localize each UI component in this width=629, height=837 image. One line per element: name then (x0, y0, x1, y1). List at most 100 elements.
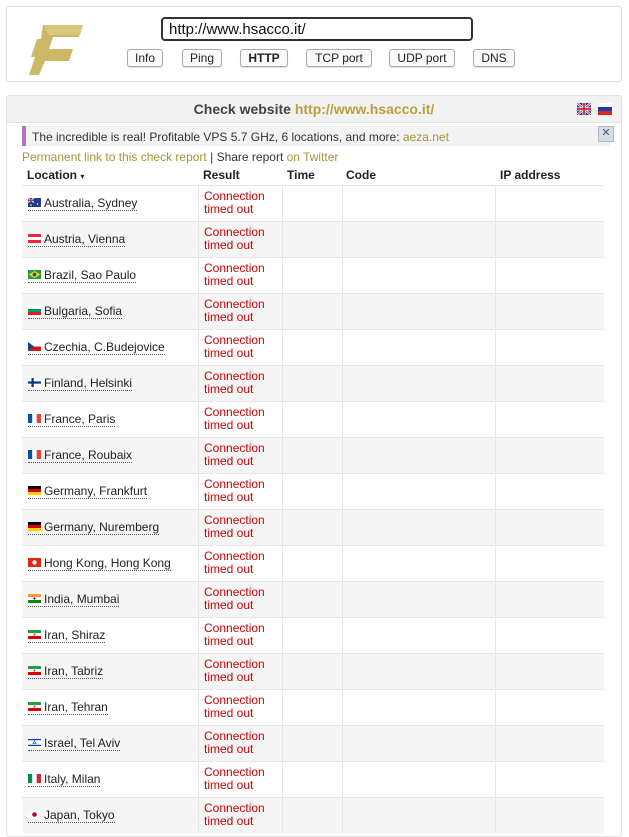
result-status: Connection timed out (204, 370, 265, 396)
location-link[interactable]: Bulgaria, Sofia (28, 305, 123, 319)
location-link[interactable]: Hong Kong, Hong Kong (28, 557, 171, 571)
title-url-link[interactable]: http://www.hsacco.it/ (295, 101, 435, 117)
result-status: Connection timed out (204, 334, 265, 360)
location-link[interactable]: France, Roubaix (28, 448, 133, 463)
column-separator (495, 474, 496, 509)
result-line-2: timed out (204, 814, 254, 828)
location-link[interactable]: Finland, Helsinki (28, 376, 133, 391)
column-separator (282, 510, 283, 545)
column-separator (282, 582, 283, 617)
column-separator (342, 402, 343, 437)
ad-link[interactable]: aeza.net (403, 130, 449, 144)
location-link[interactable]: Iran, Tehran (28, 701, 108, 715)
column-separator (342, 618, 343, 653)
table-row: India, Mumbai Connection timed out (22, 581, 604, 617)
column-separator (282, 690, 283, 725)
location-label: Germany, Frankfurt (44, 484, 148, 498)
column-separator (198, 222, 199, 257)
russian-flag-icon[interactable] (598, 103, 612, 115)
table-row: Australia, Sydney Connection timed out (22, 185, 604, 221)
location-link[interactable]: Australia, Sydney (28, 196, 138, 211)
column-separator (495, 618, 496, 653)
english-flag-icon[interactable] (577, 103, 591, 115)
column-separator (342, 474, 343, 509)
result-column-header: Result (203, 168, 240, 182)
ad-message: The incredible is real! Profitable VPS 5… (32, 130, 400, 144)
report-links: Permanent link to this check report | Sh… (22, 150, 338, 164)
info-button[interactable]: Info (127, 49, 163, 67)
url-input[interactable] (161, 17, 473, 41)
result-line-2: timed out (204, 382, 254, 396)
header-panel: Info Ping HTTP TCP port UDP port DNS (6, 6, 622, 82)
result-line-2: timed out (204, 346, 254, 360)
column-separator (198, 546, 199, 581)
location-link[interactable]: Iran, Shiraz (28, 628, 106, 643)
column-separator (495, 258, 496, 293)
http-button[interactable]: HTTP (240, 49, 288, 67)
report-header: Check website http://www.hsacco.it/ (7, 96, 621, 123)
ping-button[interactable]: Ping (182, 49, 222, 67)
location-label: France, Paris (44, 412, 116, 426)
column-separator (198, 294, 199, 329)
result-line-2: timed out (204, 670, 254, 684)
links-separator: | (210, 150, 214, 164)
result-line-2: timed out (204, 742, 254, 756)
column-separator (282, 762, 283, 797)
column-separator (282, 330, 283, 365)
table-row: Japan, Tokyo Connection timed out (22, 797, 604, 833)
column-separator (282, 294, 283, 329)
location-link[interactable]: Brazil, Sao Paulo (28, 269, 137, 283)
table-row: France, Paris Connection timed out (22, 401, 604, 437)
location-link[interactable]: India, Mumbai (28, 593, 120, 607)
location-link[interactable]: Germany, Frankfurt (28, 484, 148, 499)
location-link[interactable]: Japan, Tokyo (28, 809, 115, 823)
udp-port-button[interactable]: UDP port (389, 49, 455, 67)
location-label: Finland, Helsinki (44, 376, 133, 390)
column-separator (495, 366, 496, 401)
tcp-port-button[interactable]: TCP port (306, 49, 372, 67)
table-row: Austria, Vienna Connection timed out (22, 221, 604, 257)
result-status: Connection timed out (204, 190, 265, 216)
table-row: France, Roubaix Connection timed out (22, 437, 604, 473)
column-separator (495, 510, 496, 545)
column-separator (342, 330, 343, 365)
location-link[interactable]: Czechia, C.Budejovice (28, 341, 165, 355)
column-separator (282, 402, 283, 437)
location-label: Iran, Shiraz (44, 628, 106, 642)
location-link[interactable]: Germany, Nuremberg (28, 521, 160, 535)
column-separator (282, 654, 283, 689)
table-row: Finland, Helsinki Connection timed out (22, 365, 604, 401)
location-label: Israel, Tel Aviv (44, 736, 121, 750)
column-separator (198, 726, 199, 761)
location-link[interactable]: France, Paris (28, 412, 116, 427)
location-label: Australia, Sydney (44, 196, 138, 210)
report-panel: Check website http://www.hsacco.it/ The … (6, 95, 622, 837)
column-separator (282, 546, 283, 581)
result-line-2: timed out (204, 598, 254, 612)
location-label: Japan, Tokyo (44, 808, 115, 822)
location-label: Hong Kong, Hong Kong (44, 556, 171, 570)
result-line-2: timed out (204, 634, 254, 648)
column-separator (342, 294, 343, 329)
location-link[interactable]: Austria, Vienna (28, 233, 126, 247)
location-link[interactable]: Iran, Tabriz (28, 664, 104, 679)
column-separator (282, 222, 283, 257)
column-separator (342, 798, 343, 833)
table-row: Italy, Milan Connection timed out (22, 761, 604, 797)
result-line-2: timed out (204, 778, 254, 792)
result-line-2: timed out (204, 202, 254, 216)
column-separator (495, 186, 496, 221)
location-label: France, Roubaix (44, 448, 133, 462)
dns-button[interactable]: DNS (473, 49, 515, 67)
location-column-header[interactable]: Location ▾ (27, 168, 84, 182)
result-status: Connection timed out (204, 262, 265, 288)
permanent-link[interactable]: Permanent link to this check report (22, 150, 207, 164)
location-link[interactable]: Israel, Tel Aviv (28, 736, 121, 751)
site-logo-icon[interactable] (29, 25, 83, 75)
location-label: Iran, Tabriz (44, 664, 104, 678)
location-link[interactable]: Italy, Milan (28, 773, 101, 787)
share-twitter-link[interactable]: on Twitter (287, 150, 339, 164)
column-separator (198, 762, 199, 797)
ad-close-icon[interactable]: ✕ (598, 126, 614, 142)
table-row: Bulgaria, Sofia Connection timed out (22, 293, 604, 329)
